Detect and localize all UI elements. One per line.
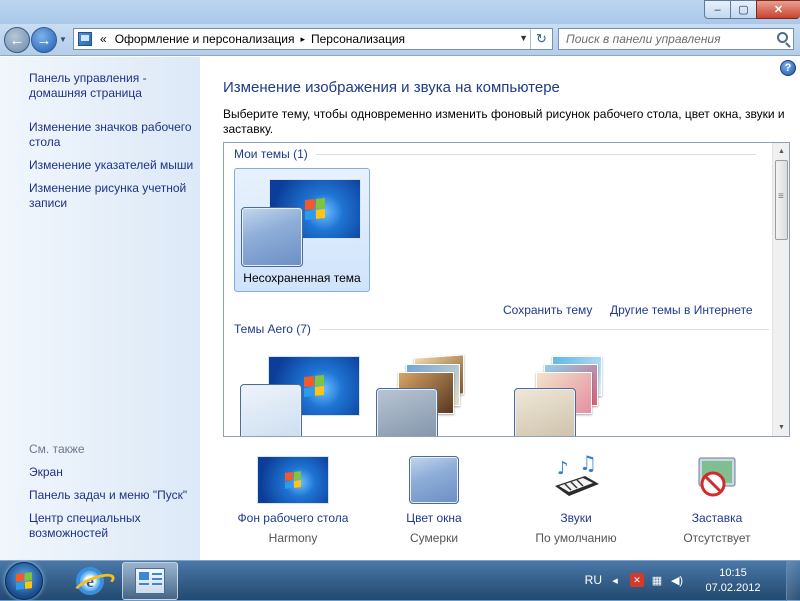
windows-logo-icon <box>305 197 325 221</box>
save-theme-link[interactable]: Сохранить тему <box>503 303 592 317</box>
scrollbar-thumb[interactable] <box>775 160 788 240</box>
window-color-swatch <box>240 384 302 436</box>
page-title: Изменение изображения и звука на компьют… <box>223 79 560 96</box>
recent-pages-dropdown[interactable]: ▼ <box>59 35 67 44</box>
search-input[interactable] <box>559 29 769 49</box>
search-box <box>558 28 794 50</box>
my-themes-header: Мои темы (1) <box>234 147 308 161</box>
screensaver-label[interactable]: Заставка <box>647 511 787 525</box>
svg-text:♪: ♪ <box>557 458 569 479</box>
sidebar-link-home[interactable]: Панель управления - домашняя страница <box>29 71 199 101</box>
svg-text:♫: ♫ <box>579 454 597 475</box>
internet-explorer-icon: e <box>76 567 104 595</box>
clock-date: 07.02.2012 <box>705 582 761 594</box>
theme-name: Несохраненная тема <box>243 271 361 285</box>
start-button[interactable] <box>5 562 43 600</box>
aero-themes-header: Темы Aero (7) <box>234 322 311 336</box>
theme-card-windows7[interactable] <box>234 346 370 436</box>
see-also-heading: См. также <box>29 442 85 456</box>
windows-logo-icon <box>304 374 324 398</box>
theme-card-characters[interactable] <box>510 346 646 436</box>
breadcrumb-overflow[interactable]: « <box>96 32 111 46</box>
page-description: Выберите тему, чтобы одновременно измени… <box>223 107 785 136</box>
address-dropdown-icon[interactable]: ▼ <box>519 33 528 43</box>
main-content: ? Изменение изображения и звука на компь… <box>200 57 800 560</box>
help-icon[interactable]: ? <box>780 60 796 76</box>
show-hidden-icons-icon[interactable]: ◂ <box>608 573 622 587</box>
online-themes-link[interactable]: Другие темы в Интернете <box>610 303 753 317</box>
sidebar-link-display[interactable]: Экран <box>29 465 199 480</box>
address-bar[interactable]: « Оформление и персонализация ▸ Персонал… <box>73 28 553 50</box>
breadcrumb-appearance[interactable]: Оформление и персонализация <box>111 32 299 46</box>
screensaver-value: Отсутствует <box>683 531 751 545</box>
control-panel-icon <box>135 568 165 594</box>
close-button[interactable]: ✕ <box>756 0 800 19</box>
window-color-swatch <box>376 388 438 436</box>
search-icon[interactable] <box>777 32 788 43</box>
theme-card-architecture[interactable] <box>372 346 508 436</box>
back-button[interactable]: ← <box>4 27 30 53</box>
minimize-button[interactable]: ‒ <box>704 0 730 19</box>
sidebar-link-desktop-icons[interactable]: Изменение значков рабочего стола <box>29 120 199 150</box>
window-color-label[interactable]: Цвет окна <box>364 511 504 525</box>
window-color-icon <box>409 456 459 504</box>
clock[interactable]: 10:15 07.02.2012 <box>698 566 768 596</box>
theme-card-unsaved[interactable]: Несохраненная тема <box>234 168 370 292</box>
sidebar-link-accessibility[interactable]: Центр специальных возможностей <box>29 511 199 541</box>
window-color-swatch <box>514 388 576 436</box>
clock-time: 10:15 <box>719 567 747 579</box>
scroll-up-icon[interactable]: ▲ <box>773 143 789 160</box>
group-divider <box>315 153 756 155</box>
windows-logo-icon <box>285 471 301 489</box>
action-center-icon[interactable]: ✕ <box>630 573 644 587</box>
forward-button[interactable]: → <box>31 27 57 53</box>
desktop-background-value: Harmony <box>268 531 318 545</box>
control-panel-window: ‒ ▢ ✕ ← → ▼ « Оформление и персонализаци… <box>0 0 800 560</box>
windows-logo-icon <box>16 572 32 590</box>
title-bar[interactable]: ‒ ▢ ✕ <box>0 0 800 24</box>
navigation-bar: ← → ▼ « Оформление и персонализация ▸ Пе… <box>0 24 800 56</box>
sidebar-link-account-picture[interactable]: Изменение рисунка учетной записи <box>29 181 199 211</box>
maximize-button[interactable]: ▢ <box>730 0 756 19</box>
breadcrumb-separator[interactable]: ▸ <box>298 34 307 45</box>
taskbar-control-panel[interactable] <box>122 562 178 600</box>
sounds-label[interactable]: Звуки <box>506 511 646 525</box>
aero-themes-group[interactable]: Темы Aero (7) <box>234 322 769 336</box>
screensaver-icon <box>698 457 736 497</box>
theme-list-scrollbar[interactable]: ▲ ▼ <box>772 143 789 436</box>
scroll-down-icon[interactable]: ▼ <box>773 419 789 436</box>
breadcrumb-personalization[interactable]: Персонализация <box>307 32 409 46</box>
sounds-value: По умолчанию <box>535 531 617 545</box>
my-themes-group[interactable]: Мои темы (1) <box>234 147 756 161</box>
taskbar-internet-explorer[interactable]: e <box>62 562 118 600</box>
desktop-background-label[interactable]: Фон рабочего стола <box>223 511 363 525</box>
window-color-swatch <box>241 207 303 267</box>
group-divider <box>318 328 769 330</box>
desktop-background-icon <box>257 456 329 504</box>
refresh-button[interactable]: ↻ <box>530 29 552 49</box>
control-panel-icon <box>78 32 92 46</box>
window-controls: ‒ ▢ ✕ <box>704 0 800 19</box>
sounds-icon: ♪ ♫ <box>555 454 599 496</box>
network-icon[interactable]: ▦ <box>650 573 664 587</box>
language-indicator[interactable]: RU <box>585 573 602 587</box>
theme-settings-bar: Фон рабочего стола Harmony Цвет окна Сум… <box>200 450 800 560</box>
sidebar: Панель управления - домашняя страница Из… <box>0 57 200 560</box>
sidebar-link-taskbar[interactable]: Панель задач и меню "Пуск" <box>29 488 199 503</box>
window-color-value: Сумерки <box>409 531 459 545</box>
taskbar: e RU ◂ ✕ ▦ ◀) 10:15 07.02.2012 <box>0 560 800 601</box>
volume-icon[interactable]: ◀) <box>670 573 684 587</box>
theme-list: Мои темы (1) Несохраненная тема Сохранит… <box>223 142 790 437</box>
show-desktop-button[interactable] <box>786 561 800 601</box>
sidebar-link-mouse-pointers[interactable]: Изменение указателей мыши <box>29 158 199 173</box>
